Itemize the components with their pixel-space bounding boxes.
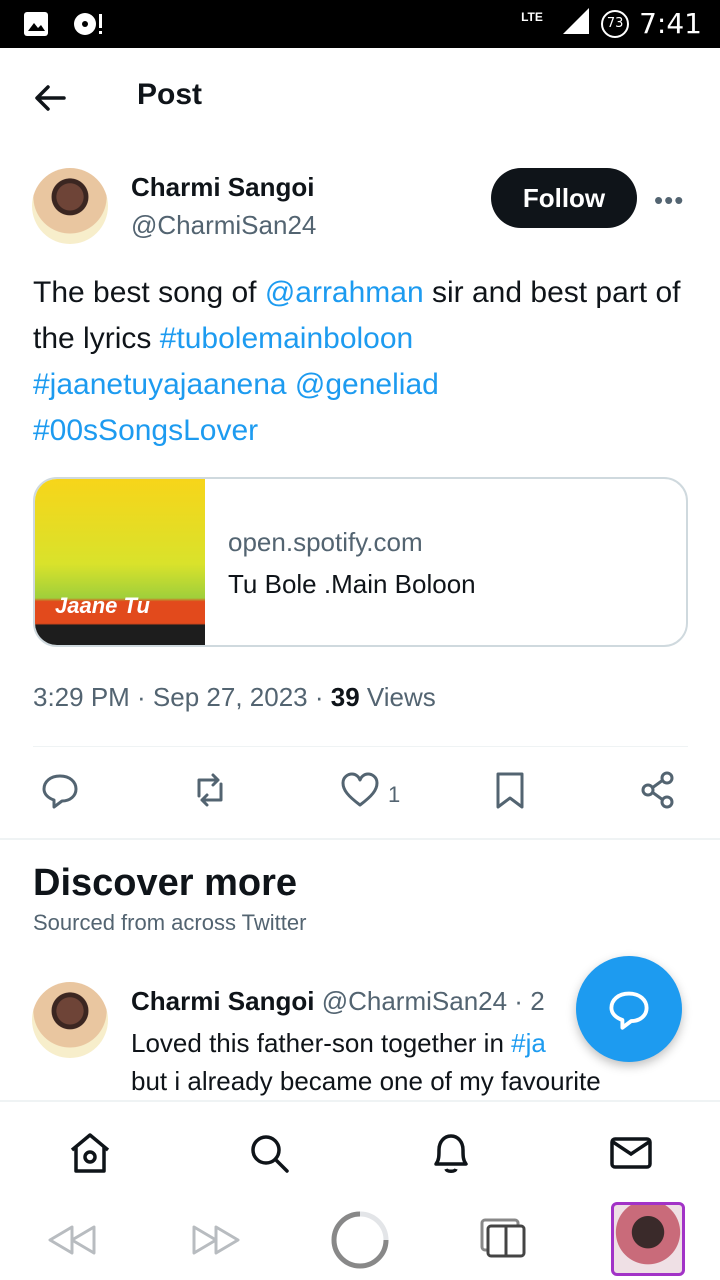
post-meta: 3:29 PM · Sep 27, 2023 · 39 Views	[33, 682, 436, 713]
post-text: The best song of @arrahman sir and best …	[33, 270, 683, 454]
hashtag-link[interactable]: #jaanetuyajaanena	[33, 368, 287, 401]
retweet-icon[interactable]	[190, 770, 230, 810]
signal-icon	[563, 8, 590, 34]
card-domain: open.spotify.com	[228, 527, 423, 557]
timestamp: 3:29 PM · Sep 27, 2023 ·	[33, 682, 331, 712]
card-title: Tu Bole .Main Boloon	[228, 569, 476, 599]
recommended-avatar[interactable]	[32, 982, 108, 1058]
status-bar: LTE 73 7:41	[0, 0, 720, 48]
recommended-text-part: but i already became one of my favourite	[131, 1066, 601, 1096]
clock: 7:41	[639, 7, 702, 40]
mention-link[interactable]: @arrahman	[265, 276, 424, 309]
recommended-author-name: Charmi Sangoi	[131, 986, 315, 1016]
hashtag-link[interactable]: #ja	[511, 1028, 546, 1058]
compose-icon	[609, 991, 649, 1030]
post-actions: 1	[0, 770, 720, 820]
messages-mail-icon[interactable]	[608, 1130, 654, 1176]
like-count: 1	[388, 782, 401, 807]
disc-icon	[74, 13, 102, 35]
rewind-icon[interactable]	[42, 1210, 102, 1270]
author-name[interactable]: Charmi Sangoi	[131, 172, 314, 203]
search-icon[interactable]	[246, 1130, 292, 1176]
battery-indicator: 73	[601, 9, 630, 38]
discover-heading: Discover more	[33, 862, 298, 904]
thumbnail-title: Jaane Tu	[55, 593, 150, 618]
card-thumbnail: Jaane Tu	[35, 479, 205, 645]
section-divider	[0, 838, 720, 840]
views-count: 39	[330, 682, 360, 712]
tabs-icon[interactable]	[476, 1210, 536, 1270]
follow-button[interactable]: Follow	[491, 168, 637, 228]
link-card[interactable]: Jaane Tu open.spotify.com Tu Bole .Main …	[33, 477, 688, 647]
bookmark-icon[interactable]	[490, 770, 530, 810]
back-arrow-icon[interactable]	[30, 78, 70, 118]
like-icon[interactable]	[340, 770, 380, 810]
recommended-handle-time: @CharmiSan24 · 2	[321, 986, 545, 1016]
page-header: Post	[0, 48, 720, 148]
fast-forward-icon[interactable]	[186, 1210, 246, 1270]
notifications-bell-icon[interactable]	[428, 1130, 474, 1176]
bottom-navigation	[0, 1100, 720, 1200]
profile-thumbnail[interactable]	[611, 1202, 685, 1276]
post-text-part: The best song of	[33, 276, 265, 309]
recommended-author[interactable]: Charmi Sangoi @CharmiSan24 · 2	[131, 986, 545, 1017]
hashtag-link[interactable]: #tubolemainboloon	[160, 322, 414, 355]
home-icon[interactable]	[67, 1130, 113, 1176]
gallery-icon	[24, 12, 48, 36]
loading-spinner-icon[interactable]	[330, 1210, 390, 1270]
views-label: Views	[359, 682, 436, 712]
reply-icon[interactable]	[40, 770, 80, 810]
discover-subtitle: Sourced from across Twitter	[33, 910, 307, 935]
mention-link[interactable]: @geneliad	[295, 368, 439, 401]
author-handle[interactable]: @CharmiSan24	[131, 210, 316, 241]
more-options-icon[interactable]: •••	[654, 185, 684, 216]
share-icon[interactable]	[638, 770, 678, 810]
recommended-text-part: Loved this father-son together in	[131, 1028, 512, 1058]
page-title: Post	[137, 78, 203, 111]
network-label: LTE	[521, 10, 543, 24]
divider	[33, 746, 688, 747]
author-avatar[interactable]	[32, 168, 108, 244]
hashtag-link[interactable]: #00sSongsLover	[33, 414, 258, 447]
compose-button[interactable]	[576, 956, 682, 1062]
